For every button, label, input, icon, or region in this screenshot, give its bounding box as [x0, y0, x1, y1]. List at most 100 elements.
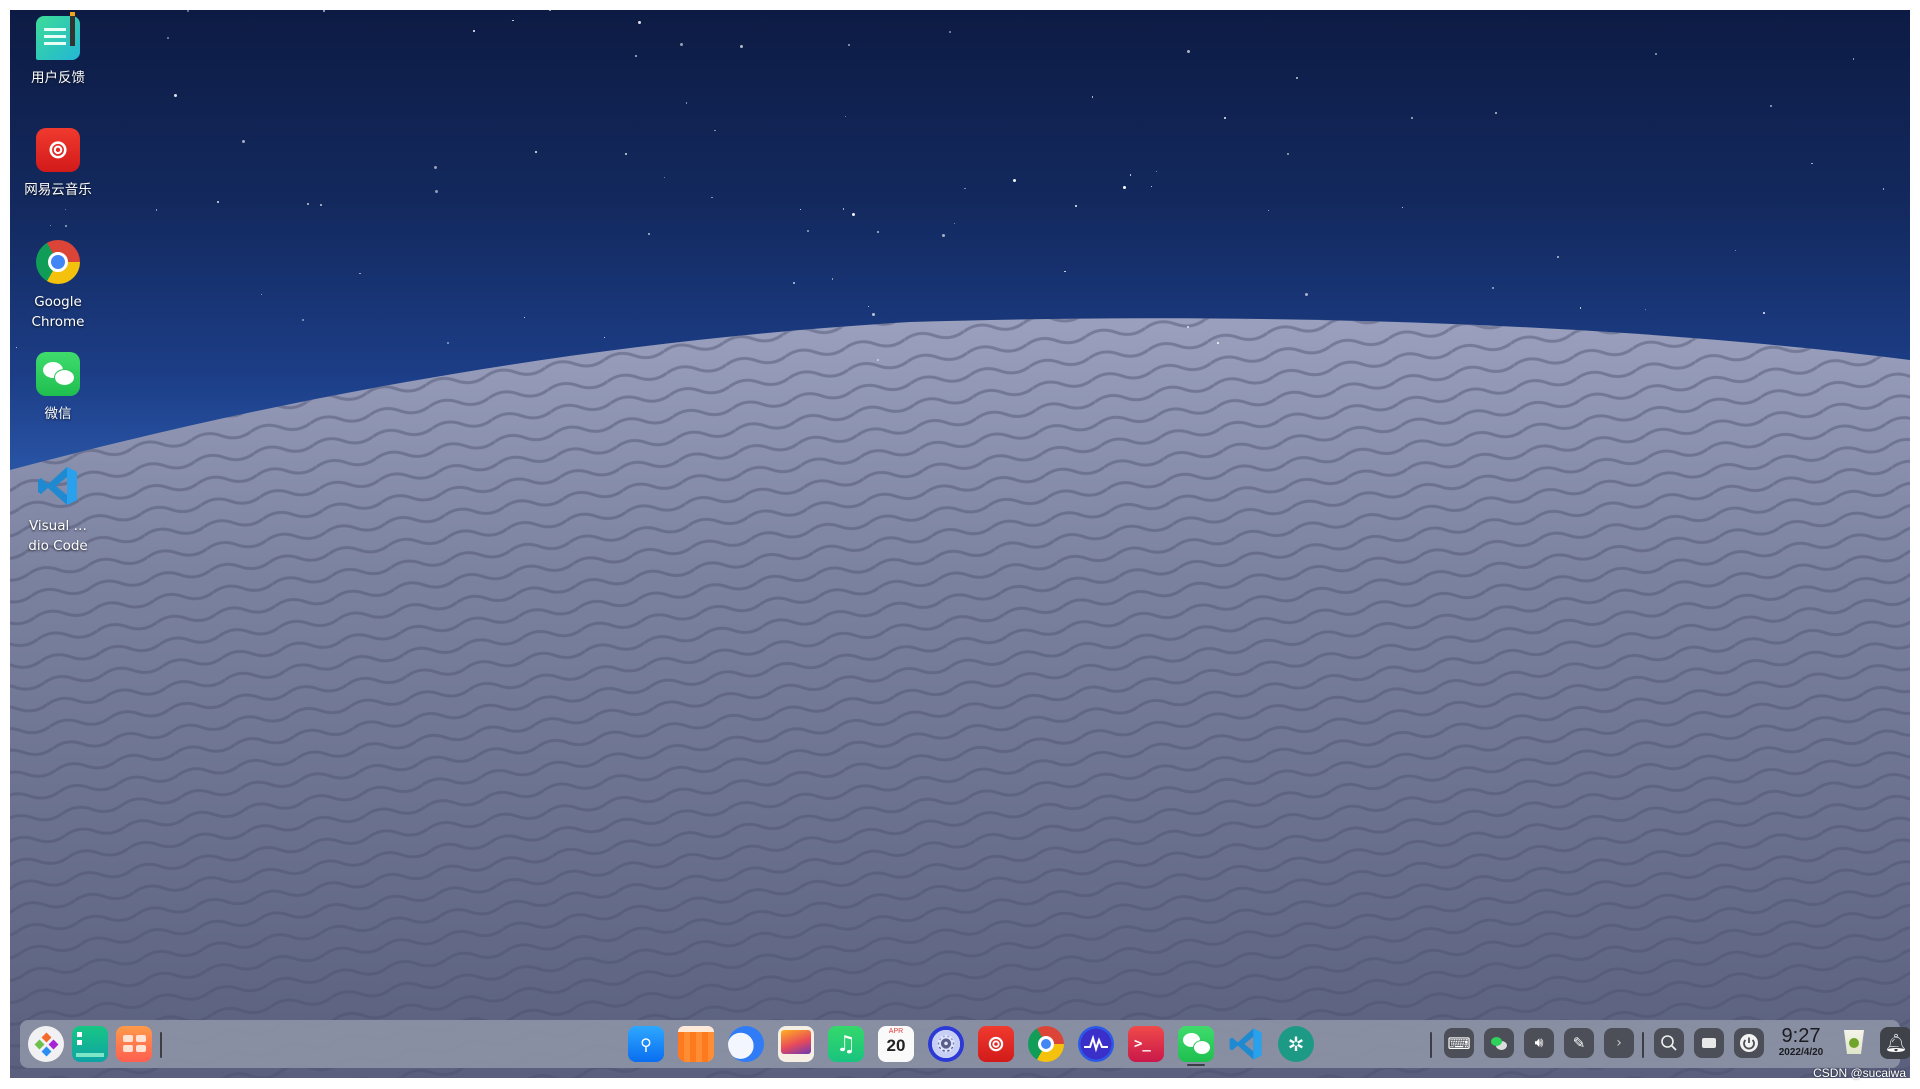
trash-button[interactable] [1844, 1030, 1866, 1056]
star [1305, 292, 1309, 296]
tray-show-desktop[interactable] [1694, 1028, 1724, 1058]
star [512, 19, 514, 22]
multitask-bar [76, 1053, 104, 1057]
star [1286, 152, 1289, 155]
trash-icon [1844, 1030, 1864, 1054]
launcher-button[interactable] [28, 1026, 64, 1062]
star [1762, 311, 1765, 314]
desktop-icon-netease-music[interactable]: ⊚ 网易云音乐 [16, 128, 100, 200]
star [65, 224, 68, 227]
tray-volume[interactable]: 🔊︎ [1524, 1028, 1554, 1058]
clock-date: 2022/4/20 [1778, 1047, 1824, 1058]
dock-app-control-center[interactable]: ⚙ [928, 1026, 964, 1062]
multitask-view-button[interactable] [72, 1026, 108, 1062]
dock-app-screenshot[interactable]: ✲ [1278, 1026, 1314, 1062]
netease-music-icon: ⊚ [986, 1031, 1006, 1057]
terminal-icon: >_ [1134, 1036, 1151, 1052]
star [871, 312, 875, 316]
dock-app-visual-studio-code[interactable] [1228, 1026, 1264, 1062]
file-manager-icon: ⚲ [640, 1034, 652, 1054]
desktop-icon-feedback[interactable]: 用户反馈 [16, 12, 100, 88]
star [319, 203, 322, 206]
wechat-icon [36, 352, 80, 396]
star [155, 209, 157, 211]
star [534, 151, 537, 154]
star [844, 115, 847, 117]
desktop-icon-label: Google Chrome [31, 294, 85, 330]
desktop-icon-wechat[interactable]: 微信 [16, 352, 100, 424]
star [260, 293, 262, 295]
camera-shutter-icon: ✲ [1287, 1032, 1305, 1056]
dock-app-wechat[interactable] [1178, 1026, 1214, 1062]
star [446, 342, 449, 345]
system-monitor-icon [1078, 1026, 1114, 1062]
desktop-icon-label: 网易云音乐 [24, 182, 92, 198]
tray-expand[interactable]: › [1604, 1028, 1634, 1058]
search-icon [1654, 1028, 1684, 1058]
star [1186, 326, 1189, 329]
star [1882, 188, 1885, 190]
calendar-month: APR [888, 1028, 904, 1035]
star [1492, 287, 1494, 289]
star [1734, 249, 1736, 252]
calendar-icon: APR 20 [878, 1028, 914, 1055]
tray-pen[interactable]: ✎ [1564, 1028, 1594, 1058]
dock-app-terminal[interactable]: >_ [1128, 1026, 1164, 1062]
launcher-icon [28, 1026, 64, 1062]
active-app-indicator [1187, 1064, 1205, 1066]
star [1296, 77, 1298, 79]
dock-app-netease-music[interactable]: ⊚ [978, 1026, 1014, 1062]
calendar-day: 20 [886, 1036, 906, 1055]
star [1155, 170, 1158, 173]
dock-app-file-manager[interactable]: ⚲ [628, 1026, 664, 1062]
desktop-icon [1702, 1038, 1716, 1048]
tray-onscreen-keyboard[interactable]: ⌨ [1444, 1028, 1474, 1058]
star [15, 346, 18, 349]
music-icon: ♫ [836, 1031, 856, 1057]
desktop-icon-label: Visual …dio Code [28, 518, 88, 554]
clock[interactable]: 9:27 2022/4/20 [1772, 1025, 1830, 1059]
desktop[interactable]: 用户反馈 ⊚ 网易云音乐 Google Chrome 微信 Visual …di… [10, 10, 1910, 1078]
volume-icon: 🔊︎ [1534, 1035, 1544, 1051]
star [186, 10, 189, 13]
star [740, 44, 744, 48]
vscode-icon [36, 464, 80, 508]
star [1852, 58, 1855, 60]
dock-app-browser[interactable] [728, 1026, 764, 1062]
wechat-bubble [1193, 1040, 1211, 1055]
star [867, 305, 870, 307]
star [1579, 307, 1581, 309]
star [948, 30, 951, 33]
desktop-icon-label: 微信 [44, 406, 72, 422]
chrome-icon [36, 240, 80, 284]
dock-app-google-chrome[interactable] [1028, 1026, 1064, 1062]
star [806, 230, 809, 233]
star [852, 212, 856, 216]
star [842, 208, 845, 210]
clock-time: 9:27 [1781, 1025, 1821, 1047]
tray-power[interactable] [1734, 1028, 1764, 1058]
star [301, 319, 304, 322]
tray-wechat[interactable] [1484, 1028, 1514, 1058]
star [680, 42, 683, 46]
wechat-icon [1491, 1037, 1502, 1046]
star [831, 278, 834, 280]
netease-music-icon: ⊚ [36, 128, 80, 172]
dock-app-music[interactable]: ♫ [828, 1026, 864, 1062]
dock-app-app-store[interactable] [678, 1026, 714, 1062]
star [793, 282, 795, 284]
power-icon [1734, 1028, 1764, 1058]
star [603, 336, 605, 339]
star [173, 94, 177, 98]
notification-button[interactable]: 🔔︎ [1880, 1027, 1910, 1059]
settings-gear-icon: ⚙ [935, 1030, 957, 1058]
dock-app-image-viewer[interactable] [778, 1026, 814, 1062]
dock-app-calendar[interactable]: APR 20 [878, 1026, 914, 1062]
dock-app-system-monitor[interactable] [1078, 1026, 1114, 1062]
chrome-icon [1038, 1036, 1054, 1052]
tray-search[interactable] [1654, 1028, 1684, 1058]
dock: ⚲ ♫ APR 20 ⚙ ⊚ >_ ✲ ⌨ 🔊︎ ✎ › 9:27 2022/4… [20, 1020, 1910, 1068]
workspace-view-button[interactable] [116, 1026, 152, 1062]
desktop-icon-vscode[interactable]: Visual …dio Code [16, 464, 100, 556]
desktop-icon-chrome[interactable]: Google Chrome [16, 240, 100, 332]
